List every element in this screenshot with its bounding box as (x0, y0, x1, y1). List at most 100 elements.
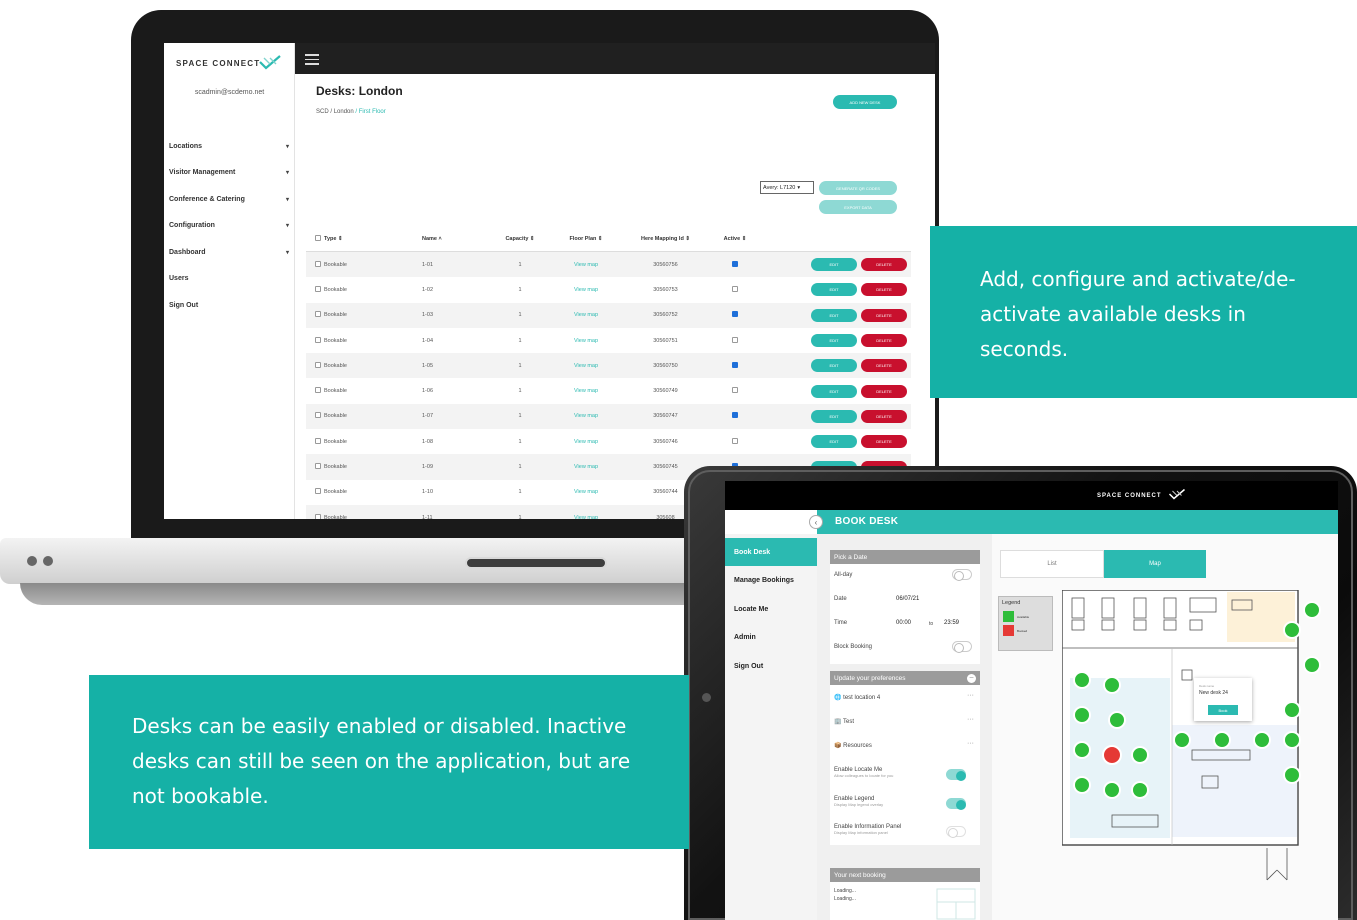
resources-preference[interactable]: 📦 Resources (834, 742, 872, 749)
delete-button[interactable]: DELETE (861, 384, 907, 398)
desk-available-marker[interactable] (1283, 766, 1301, 784)
delete-button[interactable]: DELETE (861, 435, 907, 449)
date-input[interactable]: 06/07/21 (896, 596, 919, 602)
edit-button[interactable]: EDIT (811, 435, 857, 449)
column-active[interactable]: Active ⇕ (713, 236, 757, 242)
delete-button[interactable]: DELETE (861, 334, 907, 348)
column-floor-plan[interactable]: Floor Plan ⇕ (554, 236, 618, 242)
more-icon[interactable]: ··· (967, 716, 974, 723)
sidebar-item-configuration[interactable]: Configuration ▾ (169, 213, 289, 240)
label-format-select[interactable]: Avery: L7120 ▾ (760, 181, 814, 194)
row-select-checkbox[interactable] (315, 336, 321, 343)
active-checkbox[interactable] (732, 260, 738, 267)
desk-available-marker[interactable] (1283, 731, 1301, 749)
row-select-checkbox[interactable] (315, 361, 321, 368)
sidebar-item-users[interactable]: Users (169, 266, 289, 293)
desk-available-marker[interactable] (1131, 746, 1149, 764)
view-map-link[interactable]: View map (554, 489, 618, 495)
sidebar-item-conference-catering[interactable]: Conference & Catering ▾ (169, 186, 289, 213)
menu-icon[interactable] (305, 54, 319, 68)
row-select-checkbox[interactable] (315, 260, 321, 267)
location-preference[interactable]: 🌐 test location 4 (834, 694, 880, 701)
tab-list[interactable]: List (1000, 550, 1104, 578)
sidebar-item-book-desk[interactable]: Book Desk (725, 538, 817, 566)
row-select-checkbox[interactable] (315, 412, 321, 419)
breadcrumb-root[interactable]: SCD (316, 109, 329, 115)
view-map-link[interactable]: View map (554, 413, 618, 419)
column-capacity[interactable]: Capacity ⇕ (486, 236, 554, 242)
sidebar-item-locations[interactable]: Locations ▾ (169, 133, 289, 160)
desk-available-marker[interactable] (1303, 601, 1321, 619)
sidebar-item-dashboard[interactable]: Dashboard ▾ (169, 239, 289, 266)
desk-booked-marker[interactable] (1102, 745, 1122, 765)
breadcrumb-location[interactable]: London (334, 109, 354, 115)
add-new-desk-button[interactable]: ADD NEW DESK (833, 95, 897, 109)
desk-available-marker[interactable] (1073, 776, 1091, 794)
sidebar-item-manage-bookings[interactable]: Manage Bookings (725, 567, 817, 595)
collapse-sidebar-icon[interactable]: ‹ (809, 515, 823, 529)
delete-button[interactable]: DELETE (861, 308, 907, 322)
book-button[interactable]: Book (1208, 705, 1238, 715)
more-icon[interactable]: ··· (967, 692, 974, 699)
block-booking-toggle[interactable] (952, 641, 972, 653)
active-checkbox[interactable] (732, 387, 738, 394)
view-map-link[interactable]: View map (554, 262, 618, 268)
active-checkbox[interactable] (732, 437, 738, 444)
section-preferences-header[interactable]: Update your preferences − (830, 671, 980, 685)
desk-available-marker[interactable] (1103, 781, 1121, 799)
desk-available-marker[interactable] (1131, 781, 1149, 799)
all-day-toggle[interactable] (952, 569, 972, 581)
desk-available-marker[interactable] (1283, 621, 1301, 639)
delete-button[interactable]: DELETE (861, 359, 907, 373)
delete-button[interactable]: DELETE (861, 258, 907, 272)
active-checkbox[interactable] (732, 285, 738, 292)
view-map-link[interactable]: View map (554, 338, 618, 344)
collapse-icon[interactable]: − (967, 673, 976, 683)
active-checkbox[interactable] (732, 311, 738, 318)
generate-qr-codes-button[interactable]: GENERATE QR CODES (819, 181, 897, 195)
desk-available-marker[interactable] (1213, 731, 1231, 749)
edit-button[interactable]: EDIT (811, 359, 857, 373)
active-checkbox[interactable] (732, 412, 738, 419)
edit-button[interactable]: EDIT (811, 283, 857, 297)
edit-button[interactable]: EDIT (811, 409, 857, 423)
sidebar-item-sign-out[interactable]: Sign Out (725, 652, 817, 680)
locate-me-toggle[interactable] (946, 769, 966, 781)
row-select-checkbox[interactable] (315, 285, 321, 292)
view-map-link[interactable]: View map (554, 515, 618, 519)
edit-button[interactable]: EDIT (811, 384, 857, 398)
delete-button[interactable]: DELETE (861, 283, 907, 297)
view-map-link[interactable]: View map (554, 363, 618, 369)
select-all-checkbox[interactable] (315, 234, 321, 241)
view-map-link[interactable]: View map (554, 388, 618, 394)
export-data-button[interactable]: EXPORT DATA (819, 200, 897, 214)
legend-toggle[interactable] (946, 798, 966, 810)
desk-available-marker[interactable] (1073, 706, 1091, 724)
column-mapping-id[interactable]: Here Mapping Id ⇕ (618, 236, 713, 242)
row-select-checkbox[interactable] (315, 387, 321, 394)
edit-button[interactable]: EDIT (811, 258, 857, 272)
delete-button[interactable]: DELETE (861, 409, 907, 423)
active-checkbox[interactable] (732, 336, 738, 343)
tab-map[interactable]: Map (1104, 550, 1206, 578)
desk-available-marker[interactable] (1283, 701, 1301, 719)
active-checkbox[interactable] (732, 361, 738, 368)
row-select-checkbox[interactable] (315, 488, 321, 495)
row-select-checkbox[interactable] (315, 463, 321, 470)
desk-available-marker[interactable] (1073, 741, 1091, 759)
sidebar-item-visitor-management[interactable]: Visitor Management ▾ (169, 160, 289, 187)
desk-available-marker[interactable] (1103, 676, 1121, 694)
sidebar-item-locate-me[interactable]: Locate Me (725, 595, 817, 623)
row-select-checkbox[interactable] (315, 513, 321, 519)
time-to-input[interactable]: 23:59 (944, 620, 959, 626)
view-map-link[interactable]: View map (554, 287, 618, 293)
edit-button[interactable]: EDIT (811, 308, 857, 322)
column-type[interactable]: Type ⇕ (324, 236, 422, 242)
sidebar-item-sign-out[interactable]: Sign Out (169, 292, 289, 319)
sidebar-item-admin[interactable]: Admin (725, 624, 817, 652)
desk-available-marker[interactable] (1303, 656, 1321, 674)
more-icon[interactable]: ··· (967, 740, 974, 747)
desk-available-marker[interactable] (1253, 731, 1271, 749)
view-map-link[interactable]: View map (554, 312, 618, 318)
time-from-input[interactable]: 00:00 (896, 620, 911, 626)
